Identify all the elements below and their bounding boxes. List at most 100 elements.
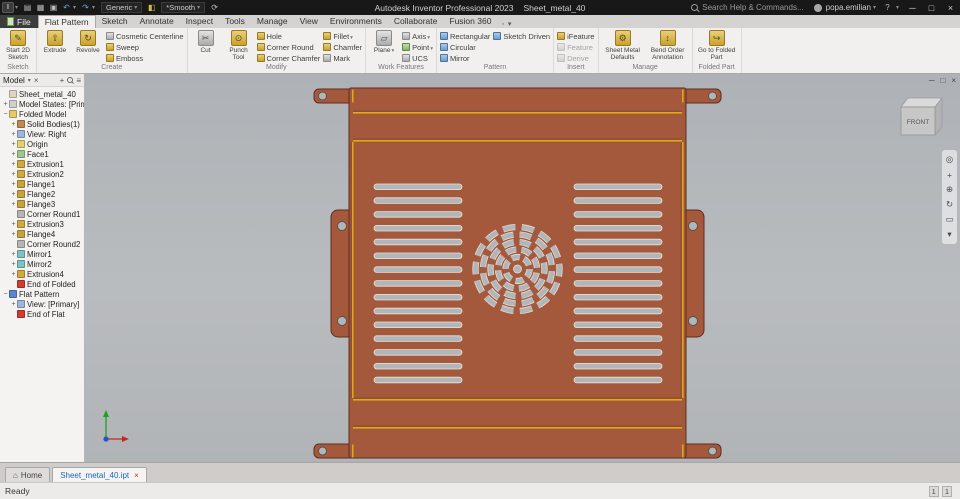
bend-order-annotation-button[interactable]: ↕ Bend Order Annotation [647,30,689,62]
tab-sketch[interactable]: Sketch [96,15,134,28]
circular-pattern-button[interactable]: Circular [439,42,490,52]
tree-expander-icon[interactable]: + [10,191,17,198]
orbit-icon[interactable]: ↻ [944,199,955,210]
browser-caret-icon[interactable]: ▾ [28,77,31,84]
point-button[interactable]: Point [402,42,433,52]
cut-button[interactable]: ✂ Cut [191,30,221,54]
help-search-input[interactable]: Search Help & Commands... [702,3,803,12]
rectangular-pattern-button[interactable]: Rectangular [439,31,490,41]
doc-restore-icon[interactable]: □ [940,76,945,85]
tab-file[interactable]: File [0,15,38,28]
tree-item-sheet-metal-40[interactable]: Sheet_metal_40 [0,89,84,99]
doc-tab-close-icon[interactable]: × [134,471,139,480]
tab-collaborate[interactable]: Collaborate [388,15,443,28]
tree-item-flange2[interactable]: + Flange2 [0,189,84,199]
group-label-sketch[interactable]: Sketch [0,63,36,73]
tree-item-solid-bodies-1[interactable]: + Solid Bodies(1) [0,119,84,129]
tree-item-mirror1[interactable]: + Mirror1 [0,249,84,259]
tab-inspect[interactable]: Inspect [180,15,219,28]
mark-button[interactable]: Mark [323,53,362,63]
minimize-button[interactable]: ─ [904,0,921,15]
tab-view[interactable]: View [294,15,324,28]
user-menu-caret-icon[interactable]: ▾ [873,4,879,11]
browser-close-icon[interactable]: × [34,76,39,85]
tree-item-extrusion1[interactable]: + Extrusion1 [0,159,84,169]
maximize-button[interactable]: □ [923,0,940,15]
go-to-folded-part-button[interactable]: ↪ Go to Folded Part [696,30,738,62]
look-at-icon[interactable]: ▭ [944,214,955,225]
doc-minimize-icon[interactable]: ─ [929,76,935,85]
group-label-work-features[interactable]: Work Features [366,63,436,73]
refresh-icon[interactable]: ⟳ [208,1,221,14]
chamfer-button[interactable]: Chamfer [323,42,362,52]
tree-item-origin[interactable]: + Origin [0,139,84,149]
tree-expander-icon[interactable]: + [10,151,17,158]
axis-button[interactable]: Axis [402,31,433,41]
appearance-icon[interactable]: ◧ [145,1,158,14]
cosmetic-centerline-button[interactable]: Cosmetic Centerline [106,31,184,41]
tree-expander-icon[interactable]: + [10,141,17,148]
tree-item-corner-round2[interactable]: Corner Round2 [0,239,84,249]
punch-tool-button[interactable]: ⊙ Punch Tool [224,30,254,62]
tree-item-end-of-folded[interactable]: End of Folded [0,279,84,289]
tree-expander-icon[interactable]: − [2,111,9,118]
corner-chamfer-button[interactable]: Corner Chamfer [256,53,320,63]
ifeature-button[interactable]: iFeature [557,31,595,41]
doc-close-icon[interactable]: × [951,76,956,85]
tree-expander-icon[interactable]: + [10,271,17,278]
group-label-manage[interactable]: Manage [599,63,692,73]
tree-item-flange3[interactable]: + Flange3 [0,199,84,209]
pan-icon[interactable]: + [944,169,955,180]
doc-tab-home[interactable]: ⌂ Home [5,467,51,482]
browser-add-icon[interactable]: + [60,76,65,85]
ribbon-appearance-icon[interactable]: ◦ [501,21,503,28]
tree-item-flange4[interactable]: + Flange4 [0,229,84,239]
tree-expander-icon[interactable]: + [10,221,17,228]
tab-annotate[interactable]: Annotate [134,15,180,28]
tree-expander-icon[interactable]: + [10,181,17,188]
emboss-button[interactable]: Emboss [106,53,184,63]
group-label-insert[interactable]: Insert [554,63,598,73]
tree-expander-icon[interactable]: + [10,301,17,308]
doc-tab-sheet-metal[interactable]: Sheet_metal_40.ipt × [52,467,147,482]
tree-item-folded-model[interactable]: − Folded Model [0,109,84,119]
tree-item-corner-round1[interactable]: Corner Round1 [0,209,84,219]
tree-item-mirror2[interactable]: + Mirror2 [0,259,84,269]
save-icon[interactable]: ▣ [47,1,60,14]
sheet-metal-defaults-button[interactable]: ⚙ Sheet Metal Defaults [602,30,644,62]
tab-environments[interactable]: Environments [324,15,388,28]
tree-item-flange1[interactable]: + Flange1 [0,179,84,189]
tree-item-view-right[interactable]: + View: Right [0,129,84,139]
tree-expander-icon[interactable]: + [10,251,17,258]
navigation-wheel-icon[interactable]: ◎ [944,154,955,165]
tree-item-extrusion4[interactable]: + Extrusion4 [0,269,84,279]
tree-item-extrusion3[interactable]: + Extrusion3 [0,219,84,229]
undo-icon[interactable]: ↶ [60,1,73,14]
corner-round-button[interactable]: Corner Round [256,42,321,52]
tab-flat-pattern[interactable]: Flat Pattern [37,15,96,28]
tree-expander-icon[interactable]: + [10,231,17,238]
redo-icon[interactable]: ↷ [79,1,92,14]
sweep-button[interactable]: Sweep [106,42,184,52]
tree-item-end-of-flat[interactable]: End of Flat [0,309,84,319]
tab-fusion-360[interactable]: Fusion 360 [443,15,497,28]
material-dropdown[interactable]: Generic ▾ [101,2,143,13]
tree-expander-icon[interactable]: − [2,291,9,298]
zoom-icon[interactable]: ⊕ [944,184,955,195]
extrude-button[interactable]: ⇧ Extrude [40,30,70,54]
help-icon[interactable]: ? [881,1,894,14]
flat-pattern-svg[interactable] [85,74,960,462]
appearance-dropdown[interactable]: *Smooth ▾ [161,2,206,13]
group-label-folded-part[interactable]: Folded Part [693,63,741,73]
start-2d-sketch-button[interactable]: ✎ Start 2D Sketch [3,30,33,62]
browser-filter-icon[interactable]: ≡ [76,76,81,85]
user-name[interactable]: popa.emilian [826,3,871,12]
help-caret-icon[interactable]: ▾ [896,4,902,11]
tree-expander-icon[interactable]: + [10,171,17,178]
hole-button[interactable]: Hole [256,31,321,41]
tree-item-flat-pattern[interactable]: − Flat Pattern [0,289,84,299]
plane-button[interactable]: ▱ Plane [369,30,399,54]
revolve-button[interactable]: ↻ Revolve [73,30,103,54]
tree-item-view-primary[interactable]: + View: [Primary] [0,299,84,309]
navbar-more-caret-icon[interactable]: ▾ [944,229,955,240]
